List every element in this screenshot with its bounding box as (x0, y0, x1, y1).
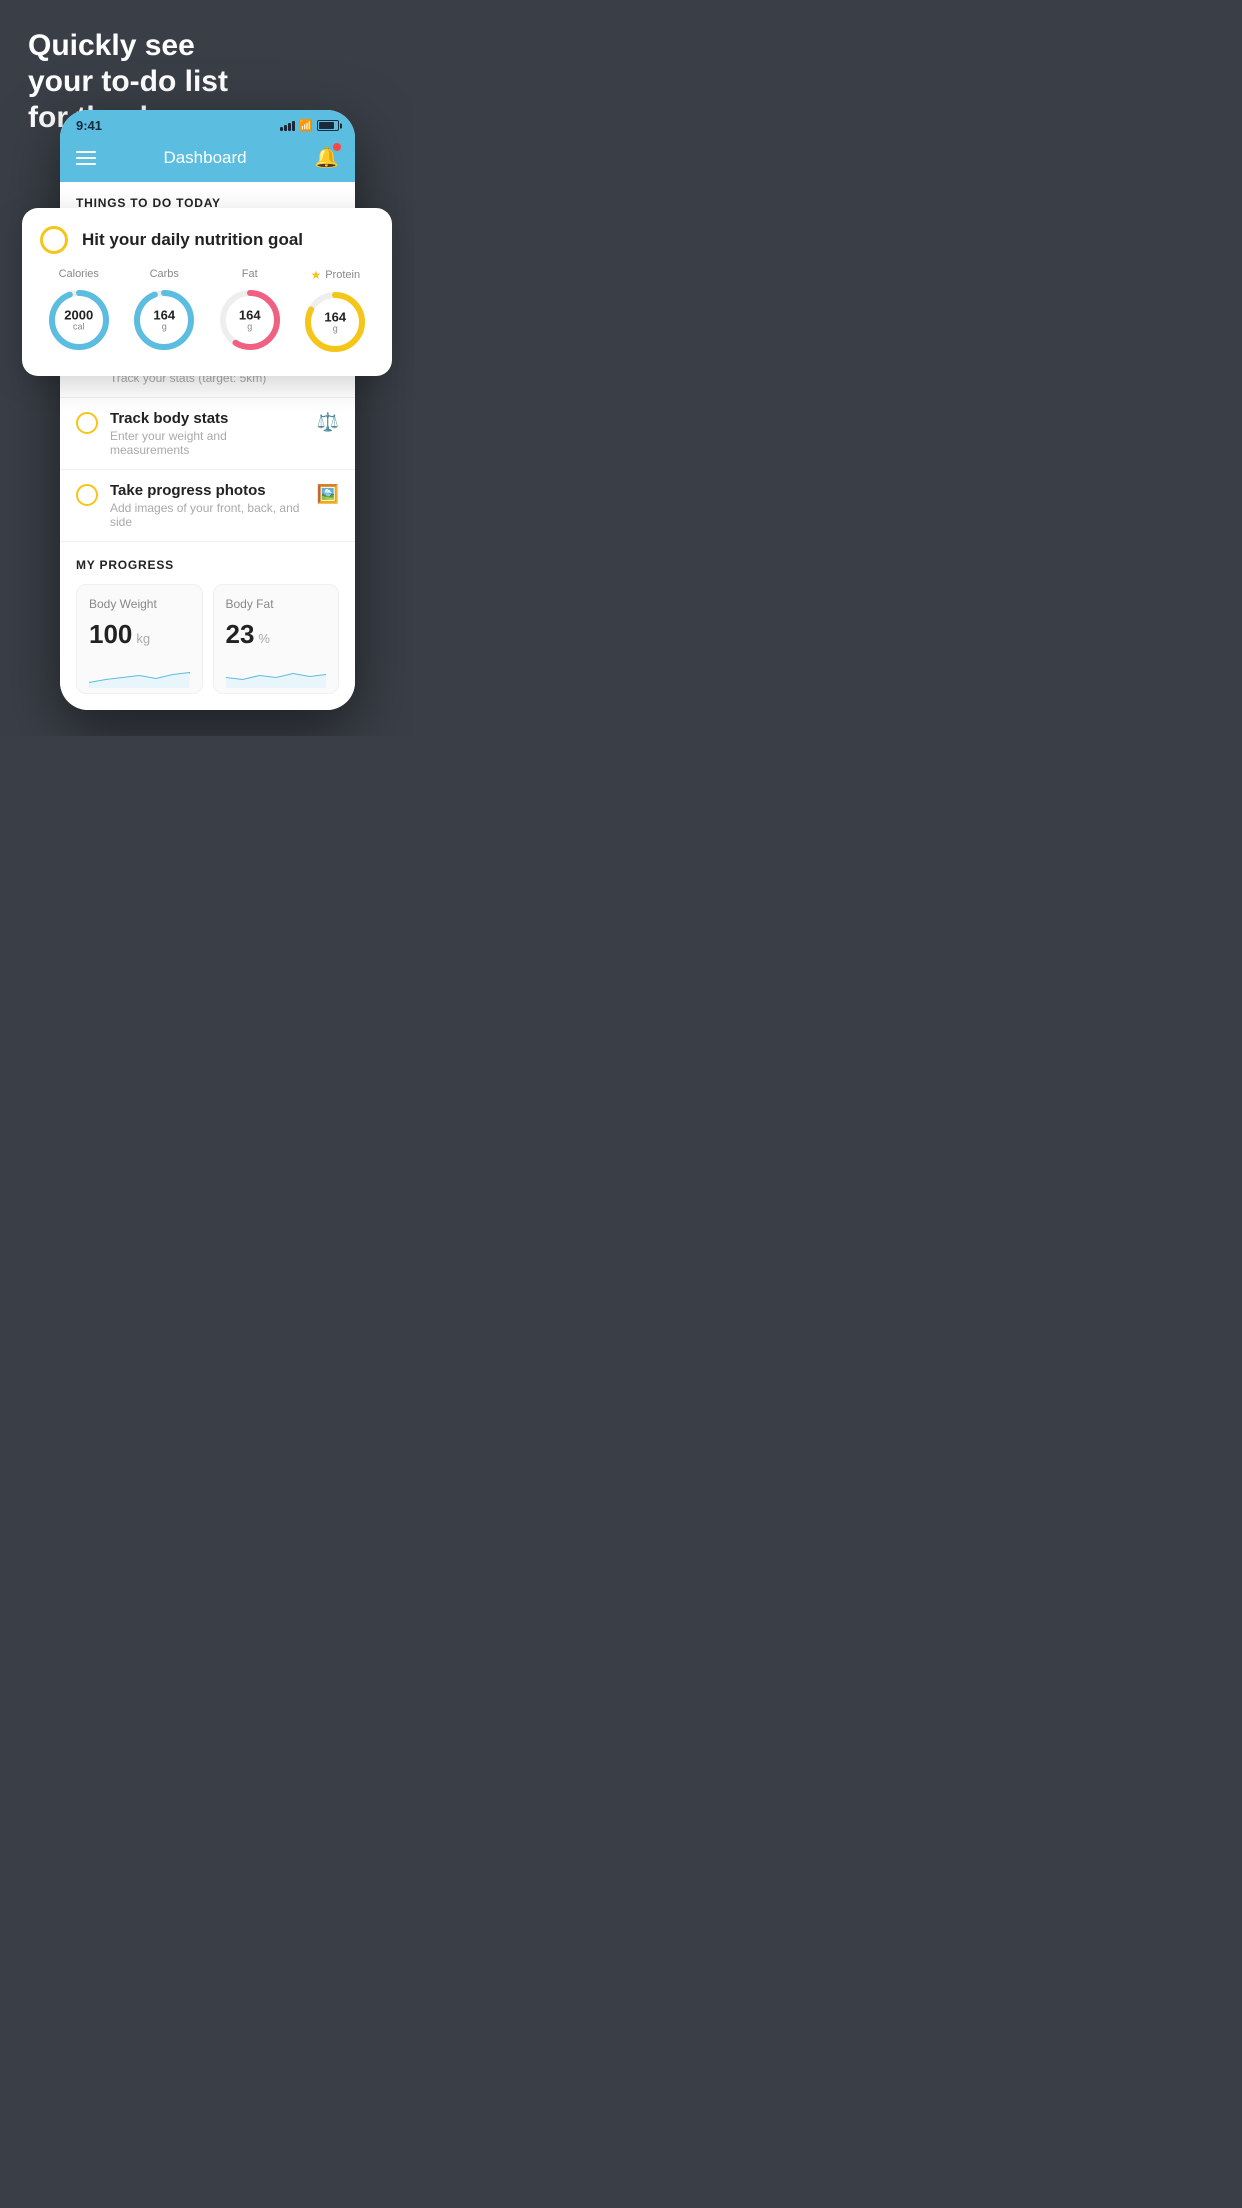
body-fat-title: Body Fat (226, 597, 327, 611)
calories-donut: 2000 cal (45, 286, 113, 354)
status-bar: 9:41 📶 (60, 110, 355, 137)
star-icon: ★ (310, 268, 321, 282)
page-container: Quickly see your to-do list for the day.… (0, 0, 414, 736)
fat-label: Fat (242, 268, 258, 280)
todo-title-photos: Take progress photos (110, 482, 305, 499)
nutrition-fat: Fat 164 g (216, 268, 284, 356)
body-fat-sparkline (226, 658, 327, 688)
carbs-donut: 164 g (130, 286, 198, 354)
notification-dot (333, 143, 341, 151)
battery-icon (317, 120, 339, 131)
todo-circle-body (76, 412, 98, 434)
phone-mockup: 9:41 📶 Dashboard (60, 110, 355, 710)
carbs-value: 164 (153, 309, 175, 322)
signal-icon (280, 121, 295, 131)
nutrition-card: Hit your daily nutrition goal Calories 2… (22, 208, 392, 376)
todo-title-body: Track body stats (110, 410, 305, 427)
protein-value: 164 (324, 311, 346, 324)
body-weight-value: 100 kg (89, 619, 190, 650)
status-icons: 📶 (280, 119, 339, 132)
body-weight-unit: kg (136, 631, 150, 646)
scale-icon: ⚖️ (317, 412, 339, 433)
progress-cards: Body Weight 100 kg Body Fat (76, 584, 339, 694)
wifi-icon: 📶 (299, 119, 313, 132)
notification-button[interactable]: 🔔 (314, 145, 339, 170)
body-weight-sparkline (89, 658, 190, 688)
todo-text-body: Track body stats Enter your weight and m… (110, 410, 305, 457)
todo-circle-photos (76, 484, 98, 506)
carbs-unit: g (153, 322, 175, 332)
card-circle-check (40, 226, 68, 254)
body-weight-card[interactable]: Body Weight 100 kg (76, 584, 203, 694)
calories-label: Calories (59, 268, 99, 280)
list-item[interactable]: Track body stats Enter your weight and m… (60, 398, 355, 470)
nutrition-protein: ★ Protein 164 g (301, 268, 369, 356)
hero-line2: your to-do list (28, 64, 228, 100)
calories-value: 2000 (64, 309, 93, 322)
todo-subtitle-body: Enter your weight and measurements (110, 429, 305, 457)
nutrition-carbs: Carbs 164 g (130, 268, 198, 356)
body-fat-card[interactable]: Body Fat 23 % (213, 584, 340, 694)
fat-unit: g (239, 322, 261, 332)
todo-text-photos: Take progress photos Add images of your … (110, 482, 305, 529)
progress-section: MY PROGRESS Body Weight 100 kg (60, 542, 355, 710)
body-weight-title: Body Weight (89, 597, 190, 611)
menu-button[interactable] (76, 151, 96, 165)
nutrition-row: Calories 2000 cal Carbs (40, 268, 374, 356)
calories-unit: cal (64, 322, 93, 332)
hero-line1: Quickly see (28, 28, 228, 64)
portrait-icon: 🖼️ (317, 484, 339, 505)
fat-value: 164 (239, 309, 261, 322)
protein-donut: 164 g (301, 288, 369, 356)
protein-unit: g (324, 324, 346, 334)
progress-section-title: MY PROGRESS (76, 558, 339, 572)
body-fat-value: 23 % (226, 619, 327, 650)
status-time: 9:41 (76, 118, 102, 133)
body-fat-unit: % (258, 631, 270, 646)
carbs-label: Carbs (150, 268, 179, 280)
card-title: Hit your daily nutrition goal (82, 230, 303, 250)
protein-label: ★ Protein (310, 268, 360, 282)
nav-bar: Dashboard 🔔 (60, 137, 355, 182)
list-item[interactable]: Take progress photos Add images of your … (60, 470, 355, 542)
todo-subtitle-photos: Add images of your front, back, and side (110, 501, 305, 529)
nav-title: Dashboard (163, 148, 246, 168)
card-header: Hit your daily nutrition goal (40, 226, 374, 254)
nutrition-calories: Calories 2000 cal (45, 268, 113, 356)
fat-donut: 164 g (216, 286, 284, 354)
